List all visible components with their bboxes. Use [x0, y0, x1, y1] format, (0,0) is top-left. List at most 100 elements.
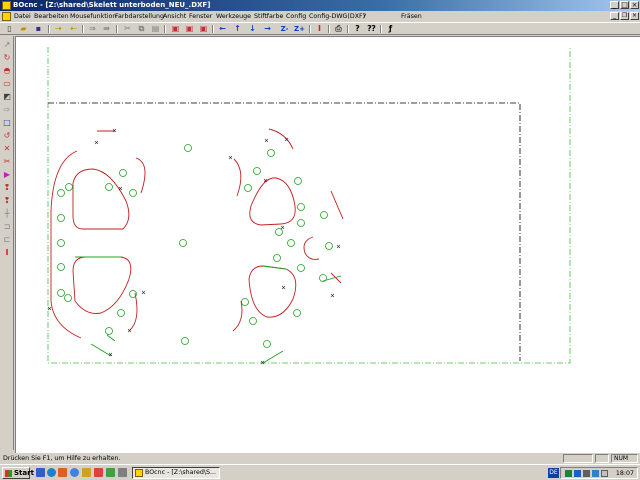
paste-icon[interactable]: ▤: [150, 24, 161, 34]
tool-i-icon[interactable]: I: [314, 24, 325, 34]
window-tool-icon[interactable]: □: [2, 118, 12, 127]
toolbar-separator: [164, 25, 166, 33]
toolbar-separator: [212, 25, 214, 33]
pointer-tool-icon[interactable]: ↗: [2, 40, 12, 49]
quicklaunch-app4-icon[interactable]: [94, 468, 103, 477]
start-button[interactable]: Start: [2, 467, 34, 479]
tray-app2-icon[interactable]: [583, 470, 590, 477]
quicklaunch-browser-icon[interactable]: [47, 468, 56, 477]
zoom-window-icon[interactable]: ▣: [184, 24, 195, 34]
tray-app3-icon[interactable]: [592, 470, 599, 477]
title-bar[interactable]: BOcnc - [Z:\shared\Skelett unterboden_NE…: [0, 0, 640, 11]
quicklaunch-app6-icon[interactable]: [118, 468, 127, 477]
print-icon[interactable]: ⎙: [333, 24, 344, 34]
mode-label: Fräsen: [401, 13, 422, 20]
menu-bar: Datei Bearbeiten Mousefunktion Farbdarst…: [0, 11, 640, 22]
toolbar: ▯ ▰ ▪ ⇢ ⇠ ⇒ ⇛ ✂ ⧉ ▤ ▣ ▣ ▣ ← ↑ ↓ → Z- Z+ …: [0, 22, 640, 35]
marker-tool-icon[interactable]: ▶: [2, 170, 12, 179]
rectangle-tool-icon[interactable]: ▭: [2, 79, 12, 88]
line-tool-icon[interactable]: ┼: [2, 209, 12, 218]
layer-tool-icon[interactable]: ◩: [2, 92, 12, 101]
minimize-button[interactable]: _: [610, 1, 619, 9]
menu-stiftfarbe[interactable]: Stiftfarbe: [254, 12, 283, 21]
material-frame: [48, 102, 521, 361]
query2-tool-icon[interactable]: ❢: [2, 196, 12, 205]
taskbar: Start BOcnc - [Z:\shared\S... DE 18:07: [0, 464, 640, 480]
toolbar-separator: [380, 25, 382, 33]
toolbar-separator: [48, 25, 50, 33]
tool-marker-icon[interactable]: I: [2, 248, 12, 257]
menu-werkzeuge[interactable]: Werkzeuge: [216, 12, 251, 21]
context-help-icon[interactable]: ⁇: [366, 24, 377, 34]
workpiece-border: [47, 47, 571, 364]
quicklaunch-desktop-icon[interactable]: [36, 468, 45, 477]
maximize-button[interactable]: □: [620, 1, 629, 9]
scissors-tool-icon[interactable]: ✂: [2, 157, 12, 166]
status-bar: Drücken Sie F1, um Hilfe zu erhalten. NU…: [0, 453, 640, 464]
doc-restore-button[interactable]: ❐: [620, 12, 629, 20]
menu-datei[interactable]: Datei: [14, 12, 31, 21]
language-indicator[interactable]: DE: [548, 468, 559, 478]
toolbar-separator: [328, 25, 330, 33]
move-tool-icon[interactable]: ⇨: [2, 105, 12, 114]
menu-bearbeiten[interactable]: Bearbeiten: [34, 12, 69, 21]
rotate-tool-icon[interactable]: ↻: [2, 53, 12, 62]
menu-help[interactable]: ?: [363, 12, 366, 21]
arrow-right-icon[interactable]: →: [262, 24, 273, 34]
tray-volume-icon[interactable]: [601, 470, 608, 477]
drawing-canvas[interactable]: [15, 36, 640, 453]
menu-config[interactable]: Config: [286, 12, 306, 21]
z-minus-icon[interactable]: Z-: [279, 24, 290, 34]
toolbar-separator: [82, 25, 84, 33]
arrow-up-icon[interactable]: ↑: [232, 24, 243, 34]
open-icon[interactable]: ▰: [18, 24, 29, 34]
menu-farbdarstellung[interactable]: Farbdarstellung: [115, 12, 164, 21]
z-plus-icon[interactable]: Z+: [294, 24, 305, 34]
clock[interactable]: 18:07: [616, 469, 634, 478]
help-icon[interactable]: ?: [352, 24, 363, 34]
status-panel-2: [595, 454, 609, 463]
document-icon[interactable]: [2, 12, 11, 21]
menu-fenster[interactable]: Fenster: [189, 12, 212, 21]
circle-tool-icon[interactable]: ◓: [2, 66, 12, 75]
undo-tool-icon[interactable]: ↺: [2, 131, 12, 140]
forward2-icon[interactable]: ⇛: [101, 24, 112, 34]
copy-out-icon[interactable]: ⇠: [68, 24, 79, 34]
start-label: Start: [14, 469, 34, 477]
save-icon[interactable]: ▪: [33, 24, 44, 34]
quicklaunch-app2-icon[interactable]: [70, 468, 79, 477]
taskbar-item-bocnc[interactable]: BOcnc - [Z:\shared\S...: [132, 467, 220, 479]
doc-minimize-button[interactable]: _: [610, 12, 619, 20]
cut-icon[interactable]: ✂: [122, 24, 133, 34]
offset-tool-icon[interactable]: ⊐: [2, 222, 12, 231]
forward-icon[interactable]: ⇒: [87, 24, 98, 34]
copy-in-icon[interactable]: ⇢: [53, 24, 64, 34]
arrow-left-icon[interactable]: ←: [217, 24, 228, 34]
bocnc-icon: [135, 469, 143, 477]
arrow-down-icon[interactable]: ↓: [247, 24, 258, 34]
zoom-all-icon[interactable]: ▣: [198, 24, 209, 34]
app-icon[interactable]: [2, 1, 11, 10]
taskbar-item-label: BOcnc - [Z:\shared\S...: [145, 469, 216, 476]
copy-icon[interactable]: ⧉: [136, 24, 147, 34]
zoom-box-icon[interactable]: ▣: [170, 24, 181, 34]
new-icon[interactable]: ▯: [4, 24, 15, 34]
drill-holes: [57, 144, 333, 348]
pen-icon[interactable]: ƒ: [385, 24, 396, 34]
menu-mousefunktion[interactable]: Mousefunktion: [70, 12, 116, 21]
query-tool-icon[interactable]: ❢: [2, 183, 12, 192]
quicklaunch-app3-icon[interactable]: [82, 468, 91, 477]
doc-close-button[interactable]: ×: [630, 12, 639, 20]
toolbar-separator: [347, 25, 349, 33]
quicklaunch-app5-icon[interactable]: [106, 468, 115, 477]
menu-ansicht[interactable]: Ansicht: [163, 12, 186, 21]
left-toolbar: ↗ ↻ ◓ ▭ ◩ ⇨ □ ↺ ✕ ✂ ▶ ❢ ❢ ┼ ⊐ ⊏ I: [0, 36, 14, 450]
status-panel-1: [563, 454, 593, 463]
menu-config-dwg[interactable]: Config-DWG(DXF): [309, 12, 365, 21]
align-tool-icon[interactable]: ⊏: [2, 235, 12, 244]
close-button[interactable]: ×: [630, 1, 639, 9]
tray-app1-icon[interactable]: [574, 470, 581, 477]
delete-tool-icon[interactable]: ✕: [2, 144, 12, 153]
quicklaunch-app1-icon[interactable]: [58, 468, 67, 477]
tray-network-icon[interactable]: [565, 470, 572, 477]
